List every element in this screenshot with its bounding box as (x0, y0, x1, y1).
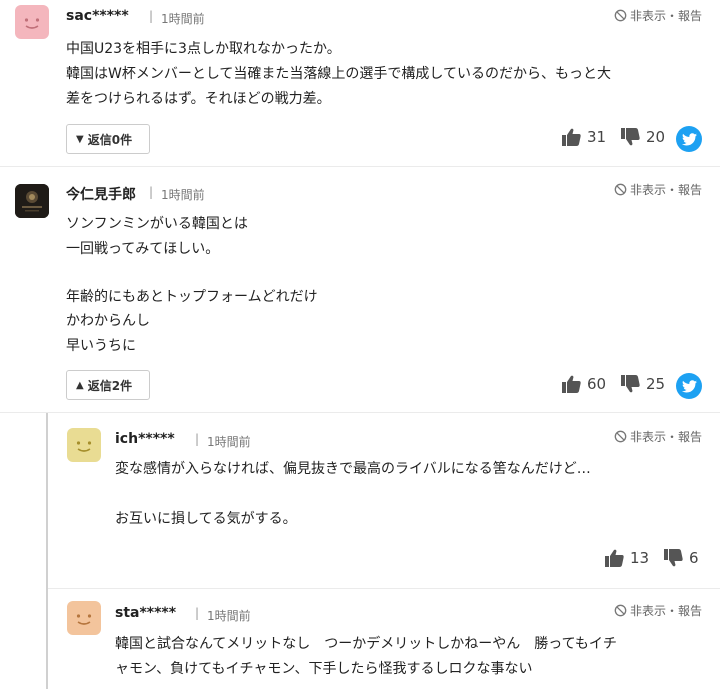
comment-text-line: 早いうちに (66, 338, 136, 354)
avatar[interactable] (15, 184, 49, 218)
comment-text-line: 差をつけられるはず。それほどの戦力差。 (66, 91, 331, 107)
divider: | (149, 9, 154, 23)
like-count: 60 (587, 375, 607, 393)
reply-text-line: 韓国と試合なんてメリットなし つーかデメリットしかねーやん 勝ってもイチ (115, 636, 617, 652)
thumbs-down-icon (621, 128, 640, 146)
dislike-count: 6 (689, 549, 699, 567)
reply-text-line: お互いに損してる気がする。 (115, 511, 297, 527)
thumbs-down-icon (621, 375, 640, 393)
reply-label: 返信 (87, 378, 112, 393)
block-icon (614, 604, 627, 617)
twitter-icon (681, 132, 697, 145)
reply-2: sta***** | 1時間前 非表示・報告 韓国と試合なんてメリットなし つー… (0, 589, 720, 689)
dislike-count: 25 (646, 375, 666, 393)
hide-report-link[interactable]: 非表示・報告 (614, 602, 702, 619)
hide-report-label: 非表示・報告 (629, 183, 702, 197)
block-icon (614, 9, 627, 22)
smiley-icon (76, 614, 92, 625)
reply-text-line: ャモン、負けてもイチャモン、下手したら怪我するしロクな事ない (115, 661, 533, 677)
block-icon (614, 183, 627, 196)
user-name[interactable]: 今仁見手郎 (66, 184, 136, 204)
hide-report-link[interactable]: 非表示・報告 (614, 7, 702, 24)
like-button[interactable]: 31 (562, 128, 606, 146)
comment-text-line: 中国U23を相手に3点しか取れなかったか。 (66, 41, 341, 57)
reply-arrow-icon: ▲ (76, 379, 84, 391)
reply-1: ich***** | 1時間前 非表示・報告 変な感情が入らなければ、偏見抜きで… (0, 413, 720, 588)
reply-label: 返信 (87, 132, 112, 147)
like-count: 13 (630, 549, 650, 567)
user-name[interactable]: ich***** (115, 431, 175, 447)
divider: | (149, 185, 154, 199)
twitter-icon (681, 379, 697, 392)
smiley-icon (24, 18, 40, 29)
reply-text-line: 変な感情が入らなければ、偏見抜きで最高のライバルになる筈なんだけど… (115, 461, 591, 477)
block-icon (614, 430, 627, 443)
comment-text-line: 韓国はW杯メンバーとして当確また当落線上の選手で構成しているのだから、もっと大 (66, 66, 612, 82)
hide-report-link[interactable]: 非表示・報告 (614, 181, 702, 198)
timestamp: 1時間前 (207, 435, 251, 449)
timestamp: 1時間前 (161, 188, 205, 202)
reply-arrow-icon: ▼ (76, 133, 84, 145)
dislike-count: 20 (646, 128, 666, 146)
like-count: 31 (587, 128, 607, 146)
twitter-share-button[interactable] (676, 373, 702, 399)
dislike-button[interactable]: 25 (621, 375, 665, 393)
like-button[interactable]: 60 (562, 375, 606, 393)
comment-1: sac***** | 1時間前 非表示・報告 中国U23を相手に3点しか取れなか… (0, 0, 720, 166)
dislike-button[interactable]: 20 (621, 128, 665, 146)
thumbs-down-icon (664, 549, 683, 567)
twitter-share-button[interactable] (676, 126, 702, 152)
reply-count: 0件 (111, 132, 133, 147)
hide-report-label: 非表示・報告 (629, 604, 702, 618)
comment-text-line: かわからんし (66, 313, 150, 329)
timestamp: 1時間前 (207, 609, 251, 623)
comment-text-line: 年齢的にもあとトップフォームどれだけ (66, 289, 318, 305)
dislike-button[interactable]: 6 (664, 549, 699, 567)
avatar[interactable] (15, 5, 49, 39)
comment-2: 今仁見手郎 | 1時間前 非表示・報告 ソンフンミンがいる韓国とは 一回戦ってみ… (0, 167, 720, 412)
divider: | (195, 432, 200, 446)
reply-toggle-button[interactable]: ▲ 返信 2件 (66, 370, 150, 400)
smiley-icon (76, 441, 92, 452)
user-name[interactable]: sac***** (66, 8, 129, 24)
avatar[interactable] (67, 428, 101, 462)
thumbs-up-icon (562, 375, 581, 393)
like-button[interactable]: 13 (605, 549, 649, 567)
timestamp: 1時間前 (161, 12, 205, 26)
thumbs-up-icon (562, 128, 581, 146)
divider: | (195, 606, 200, 620)
hide-report-label: 非表示・報告 (629, 430, 702, 444)
reply-toggle-button[interactable]: ▼ 返信 0件 (66, 124, 150, 154)
photo-avatar-icon (15, 184, 49, 218)
avatar[interactable] (67, 601, 101, 635)
hide-report-label: 非表示・報告 (629, 9, 702, 23)
thumbs-up-icon (605, 549, 624, 567)
user-name[interactable]: sta***** (115, 605, 176, 621)
comment-text-line: ソンフンミンがいる韓国とは (66, 216, 248, 232)
comment-text-line: 一回戦ってみてほしい。 (66, 241, 220, 257)
reply-count: 2件 (111, 378, 133, 393)
hide-report-link[interactable]: 非表示・報告 (614, 428, 702, 445)
